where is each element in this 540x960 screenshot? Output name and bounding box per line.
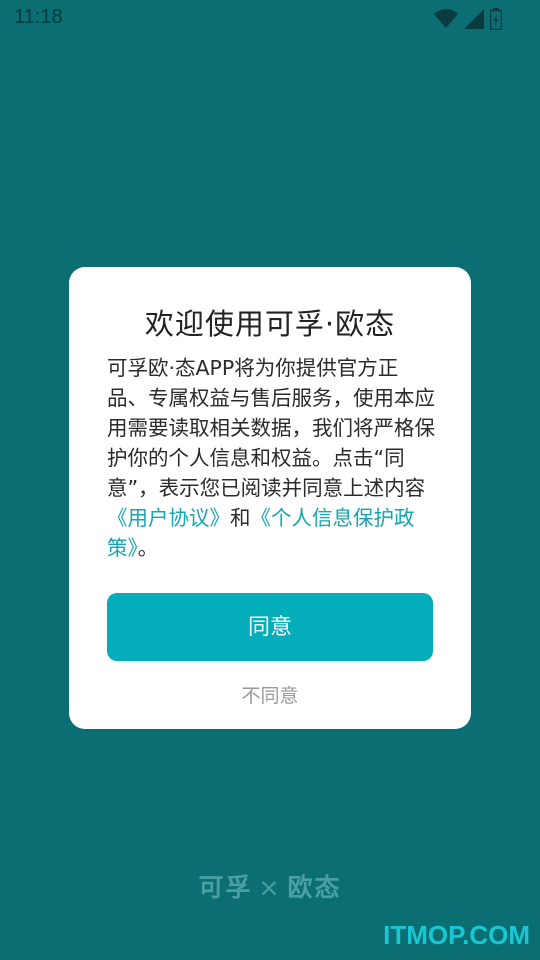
wifi-icon [434,9,458,29]
battery-icon [490,8,502,30]
dialog-body: 可孚欧·态APP将为你提供官方正品、专属权益与售后服务，使用本应用需要读取相关数… [107,353,437,563]
conjunction-text: 和 [230,506,251,530]
watermark: ITMOP.COM [383,920,530,950]
user-agreement-link[interactable]: 《用户协议》 [107,506,230,530]
brand-logo: 可孚 × 欧态 [0,868,540,904]
dialog-title: 欢迎使用可孚·欧态 [144,307,396,341]
status-time: 11:18 [14,6,63,28]
brand-right: 欧态 [287,873,342,902]
disagree-button[interactable]: 不同意 [69,681,471,708]
brand-left: 可孚 [198,873,253,902]
status-bar: 11:18 [0,0,540,36]
dialog-body-text: 可孚欧·态APP将为你提供官方正品、专属权益与售后服务，使用本应用需要读取相关数… [107,356,435,500]
signal-icon [464,9,484,29]
status-icons [434,8,502,30]
agree-button[interactable]: 同意 [107,593,433,661]
privacy-consent-dialog: 欢迎使用可孚·欧态 可孚欧·态APP将为你提供官方正品、专属权益与售后服务，使用… [69,267,471,729]
brand-separator: × [258,873,282,902]
end-punctuation: 。 [137,536,159,560]
